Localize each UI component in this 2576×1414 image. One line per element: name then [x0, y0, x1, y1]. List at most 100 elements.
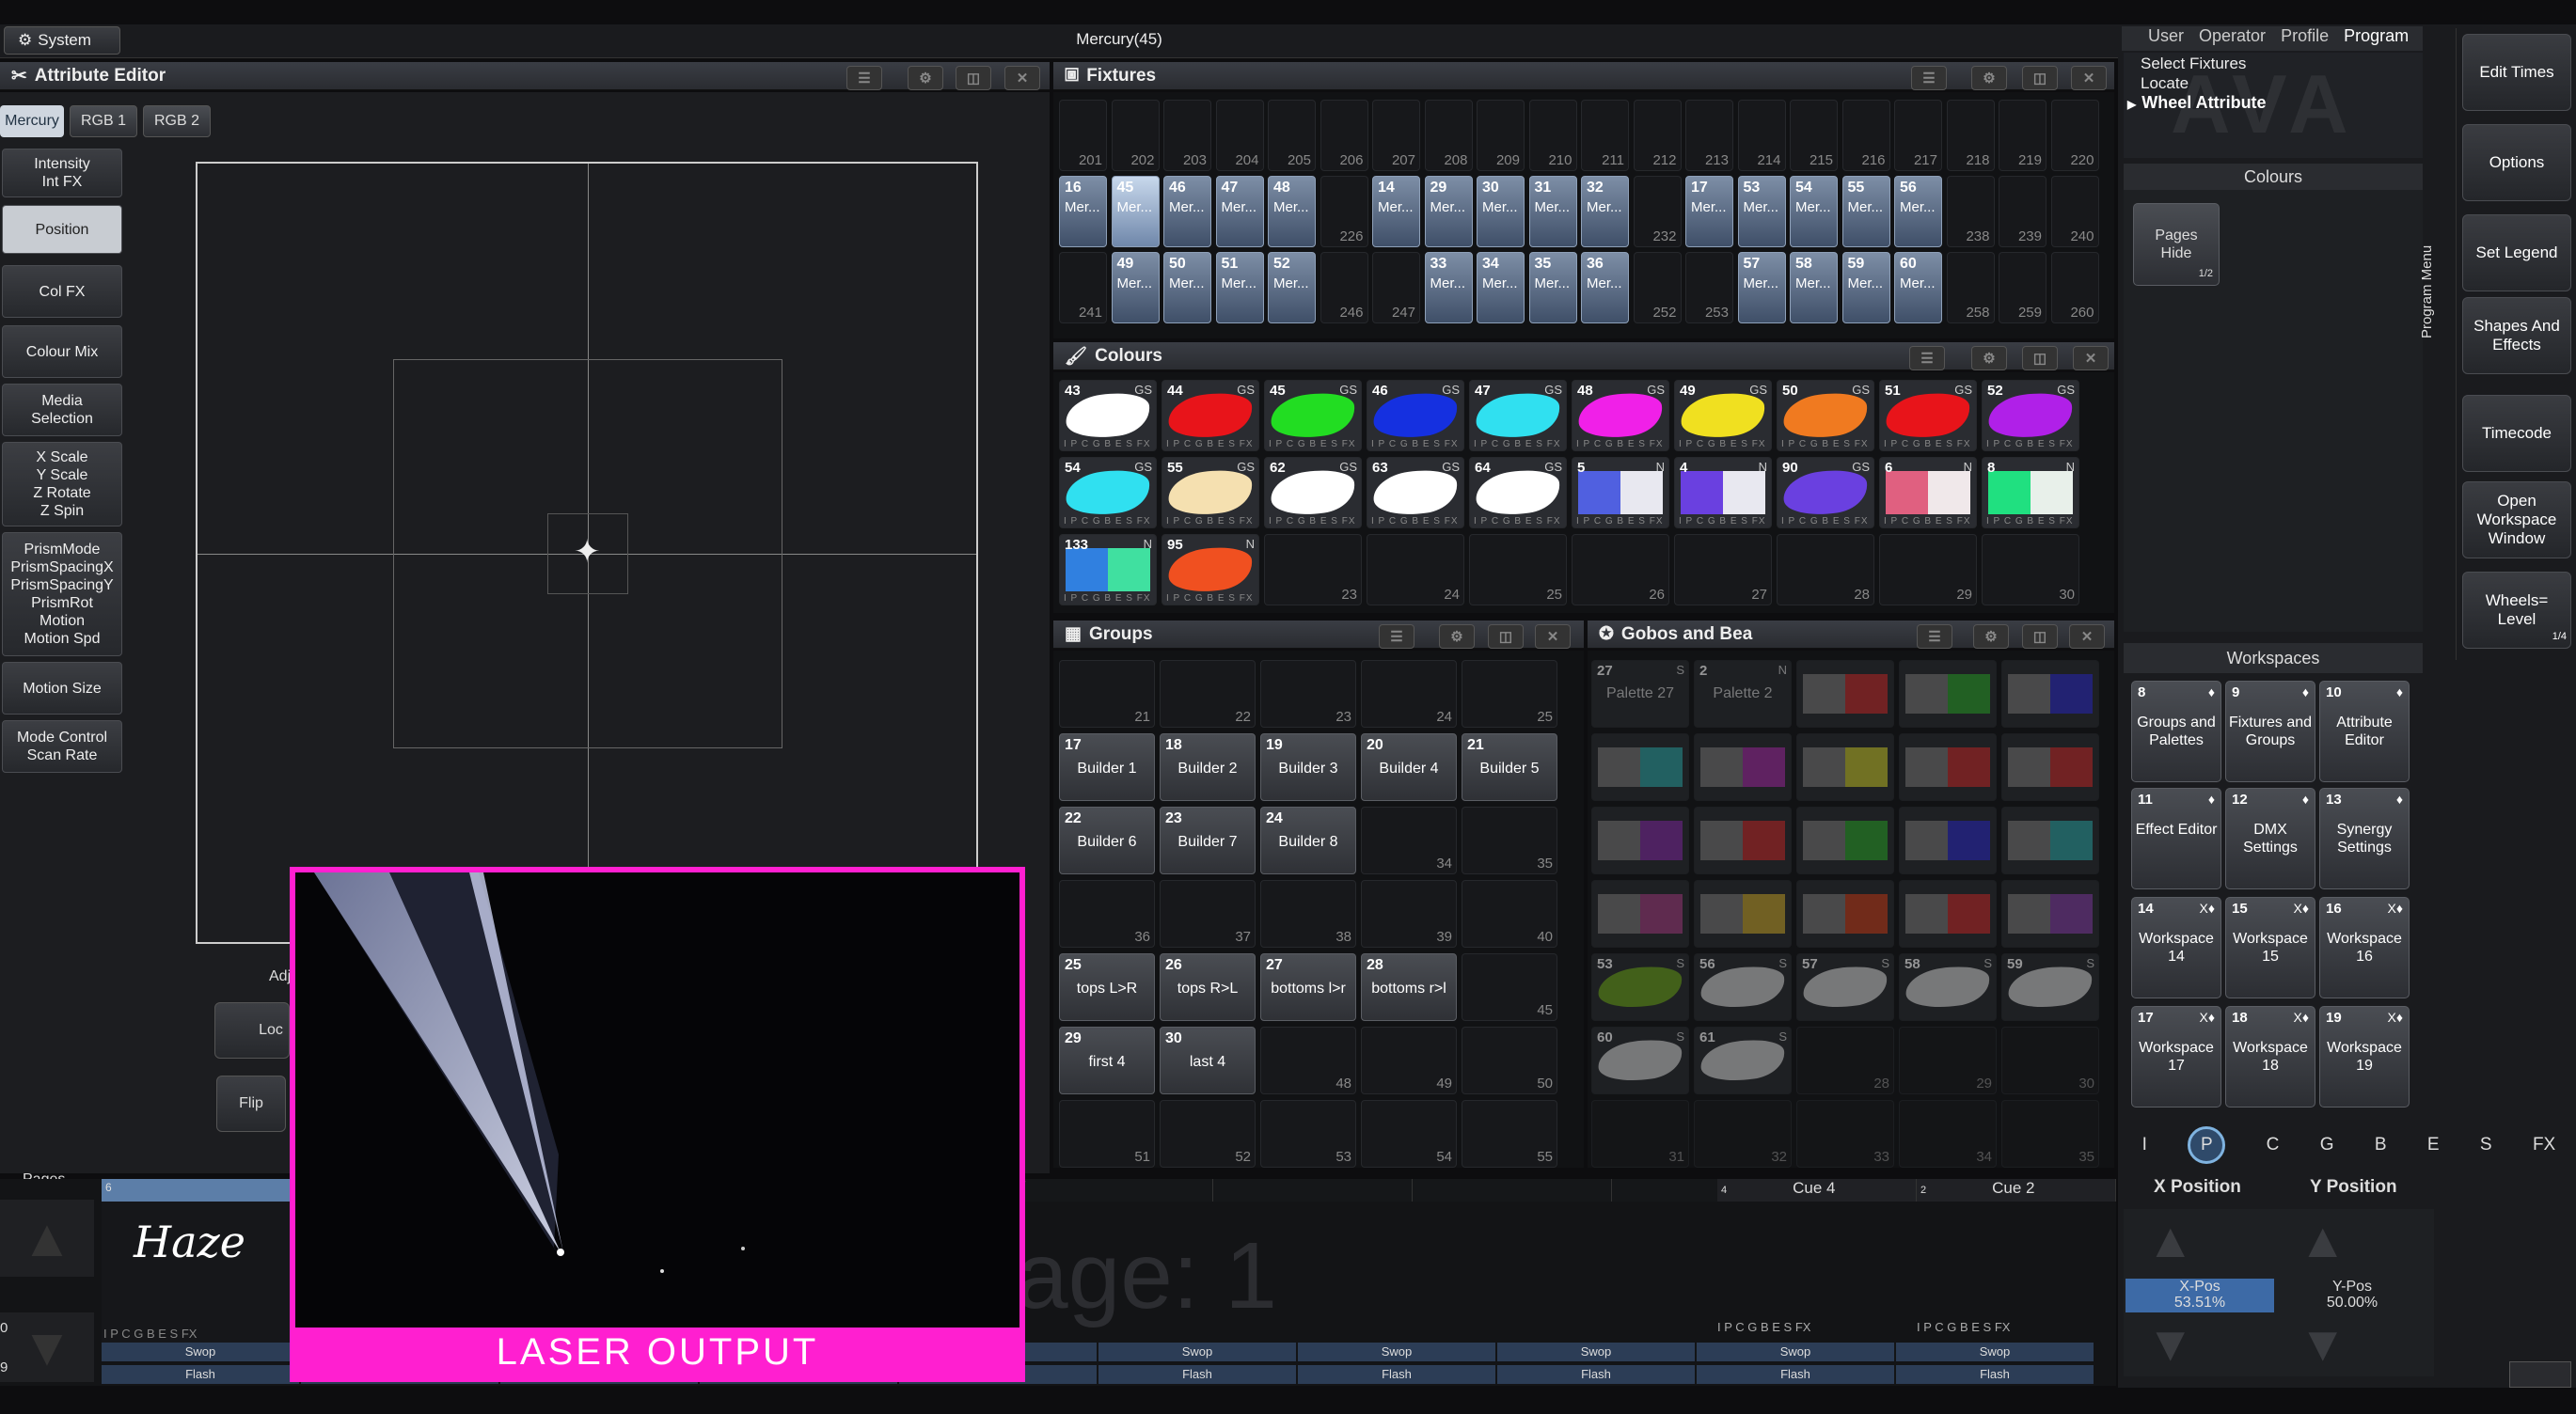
- sidebar-item[interactable]: Intensity Int FX: [2, 149, 122, 197]
- group-empty-cell[interactable]: 34: [1361, 807, 1457, 874]
- fixture-empty-cell[interactable]: 209: [1477, 100, 1525, 171]
- gobo-palette[interactable]: 61 S: [1694, 1027, 1792, 1094]
- maximise-button[interactable]: ◫: [2022, 346, 2058, 370]
- attribute-tab-fx[interactable]: FX: [2533, 1135, 2555, 1155]
- colour-palette[interactable]: 44 GS I P C G B E S FX: [1162, 380, 1259, 451]
- sidebar-item[interactable]: Media Selection: [2, 384, 122, 436]
- colour-palette[interactable]: 4 N I P C G B E S FX: [1674, 457, 1772, 528]
- fixture-tile[interactable]: 36 Mer...: [1581, 252, 1629, 323]
- fixture-empty-cell[interactable]: 210: [1528, 100, 1577, 171]
- group-tile[interactable]: 27 bottoms l>r: [1260, 953, 1356, 1021]
- workspace-button[interactable]: 19 X♦ Workspace 19: [2319, 1006, 2410, 1108]
- group-empty-cell[interactable]: 49: [1361, 1027, 1457, 1094]
- gobo-empty-cell[interactable]: 33: [1796, 1100, 1894, 1168]
- group-tile[interactable]: 25 tops L>R: [1059, 953, 1155, 1021]
- gobo-empty-cell[interactable]: 34: [1899, 1100, 1997, 1168]
- gobo-palette[interactable]: 57 S: [1796, 953, 1894, 1021]
- colour-palette[interactable]: 48 GS I P C G B E S FX: [1572, 380, 1669, 451]
- swop-button[interactable]: Swop: [1298, 1343, 1495, 1361]
- group-empty-cell[interactable]: 36: [1059, 880, 1155, 948]
- program-button[interactable]: Open Workspace Window: [2462, 481, 2571, 558]
- program-button[interactable]: Wheels= Level 1/4: [2462, 572, 2571, 649]
- fixture-tile[interactable]: 54 Mer...: [1790, 176, 1838, 247]
- colour-palette[interactable]: 62 GS I P C G B E S FX: [1264, 457, 1362, 528]
- flash-button[interactable]: Flash: [1896, 1365, 2094, 1384]
- group-tile[interactable]: 28 bottoms r>l: [1361, 953, 1457, 1021]
- flash-button[interactable]: Flash: [1298, 1365, 1495, 1384]
- group-tile[interactable]: 19 Builder 3: [1260, 733, 1356, 801]
- gobo-palette[interactable]: [1591, 733, 1689, 801]
- fixture-tile[interactable]: 32 Mer...: [1581, 176, 1629, 247]
- fixture-empty-cell[interactable]: 258: [1946, 252, 1995, 323]
- gobo-palette[interactable]: 56 S: [1694, 953, 1792, 1021]
- fixture-tile[interactable]: 17 Mer...: [1685, 176, 1733, 247]
- tab-user[interactable]: User: [2148, 26, 2184, 51]
- palette-empty-cell[interactable]: 28: [1777, 534, 1874, 605]
- fixture-empty-cell[interactable]: 216: [1841, 100, 1890, 171]
- fixture-empty-cell[interactable]: 212: [1633, 100, 1682, 171]
- gobo-palette[interactable]: [2001, 733, 2099, 801]
- group-empty-cell[interactable]: 39: [1361, 880, 1457, 948]
- fixture-empty-cell[interactable]: 215: [1790, 100, 1838, 171]
- flash-button[interactable]: Flash: [1697, 1365, 1894, 1384]
- workspace-button[interactable]: 17 X♦ Workspace 17: [2131, 1006, 2221, 1108]
- colour-palette[interactable]: 52 GS I P C G B E S FX: [1982, 380, 2079, 451]
- gobo-palette[interactable]: 53 S: [1591, 953, 1689, 1021]
- fixture-empty-cell[interactable]: 206: [1320, 100, 1368, 171]
- sidebar-item[interactable]: Position: [2, 205, 122, 254]
- settings-button[interactable]: ⚙: [1973, 624, 2009, 649]
- fixture-empty-cell[interactable]: 240: [2050, 176, 2099, 247]
- fixture-tile[interactable]: 48 Mer...: [1268, 176, 1316, 247]
- program-button[interactable]: Shapes And Effects: [2462, 297, 2571, 374]
- gobo-palette[interactable]: [1899, 660, 1997, 728]
- tab-mercury[interactable]: Mercury: [0, 105, 64, 137]
- swop-button[interactable]: Swop: [1697, 1343, 1894, 1361]
- gobo-palette[interactable]: [2001, 880, 2099, 948]
- fixture-tile[interactable]: 55 Mer...: [1841, 176, 1890, 247]
- group-tile[interactable]: 23 Builder 7: [1160, 807, 1256, 874]
- close-button[interactable]: ✕: [2073, 346, 2109, 370]
- workspace-button[interactable]: 14 X♦ Workspace 14: [2131, 897, 2221, 998]
- fixture-tile[interactable]: 16 Mer...: [1059, 176, 1107, 247]
- gobo-palette[interactable]: [1796, 660, 1894, 728]
- position-pad[interactable]: ✦: [196, 162, 978, 944]
- attribute-tab-b[interactable]: B: [2375, 1135, 2387, 1155]
- fixture-empty-cell[interactable]: 217: [1894, 100, 1942, 171]
- gobo-palette[interactable]: [1694, 733, 1792, 801]
- fixture-tile[interactable]: 30 Mer...: [1477, 176, 1525, 247]
- position-handle-icon[interactable]: ✦: [574, 536, 601, 568]
- menu-button[interactable]: ☰: [1917, 624, 1952, 649]
- gobo-empty-cell[interactable]: 35: [2001, 1100, 2099, 1168]
- gobo-palette[interactable]: 59 S: [2001, 953, 2099, 1021]
- sidebar-item[interactable]: X Scale Y Scale Z Rotate Z Spin: [2, 442, 122, 526]
- gobo-palette[interactable]: [1796, 880, 1894, 948]
- group-tile[interactable]: 20 Builder 4: [1361, 733, 1457, 801]
- workspace-button[interactable]: 10 ♦ Attribute Editor: [2319, 681, 2410, 782]
- group-empty-cell[interactable]: 23: [1260, 660, 1356, 728]
- fixture-empty-cell[interactable]: 253: [1685, 252, 1733, 323]
- colour-palette[interactable]: 49 GS I P C G B E S FX: [1674, 380, 1772, 451]
- fixture-tile[interactable]: 58 Mer...: [1790, 252, 1838, 323]
- menu-button[interactable]: ☰: [1909, 346, 1945, 370]
- settings-button[interactable]: ⚙: [1971, 66, 2007, 90]
- workspace-button[interactable]: 9 ♦ Fixtures and Groups: [2225, 681, 2315, 782]
- flash-button[interactable]: Flash: [1497, 1365, 1695, 1384]
- gobo-palette[interactable]: 2 N Palette 2: [1694, 660, 1792, 728]
- menu-locate[interactable]: Locate: [2141, 74, 2189, 93]
- gobo-palette[interactable]: [1694, 880, 1792, 948]
- fixture-tile[interactable]: 51 Mer...: [1215, 252, 1264, 323]
- attribute-tab-i[interactable]: I: [2142, 1135, 2147, 1155]
- palette-empty-cell[interactable]: 27: [1674, 534, 1772, 605]
- group-tile[interactable]: 26 tops R>L: [1160, 953, 1256, 1021]
- menu-button[interactable]: ☰: [1911, 66, 1947, 90]
- fixture-empty-cell[interactable]: 246: [1320, 252, 1368, 323]
- fixture-tile[interactable]: 31 Mer...: [1528, 176, 1577, 247]
- group-tile[interactable]: 17 Builder 1: [1059, 733, 1155, 801]
- workspace-button[interactable]: 8 ♦ Groups and Palettes: [2131, 681, 2221, 782]
- group-tile[interactable]: 30 last 4: [1160, 1027, 1256, 1094]
- colour-palette[interactable]: 47 GS I P C G B E S FX: [1469, 380, 1567, 451]
- group-empty-cell[interactable]: 51: [1059, 1100, 1155, 1168]
- fixture-tile[interactable]: 29 Mer...: [1424, 176, 1473, 247]
- fixture-empty-cell[interactable]: 202: [1111, 100, 1160, 171]
- colour-palette[interactable]: 46 GS I P C G B E S FX: [1367, 380, 1464, 451]
